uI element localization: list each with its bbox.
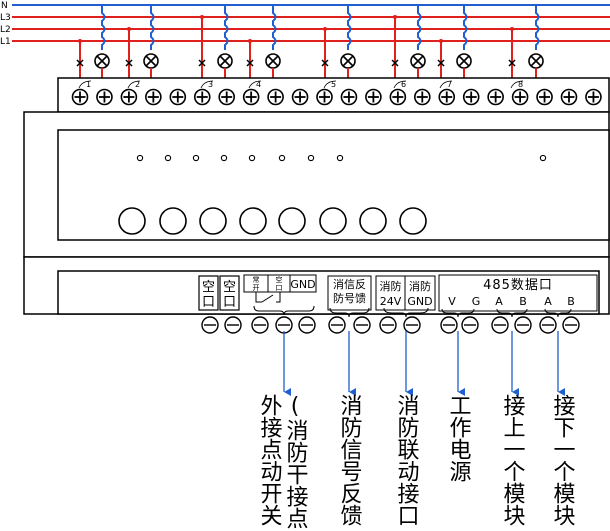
manual-button: [239, 207, 267, 235]
status-led: [539, 154, 547, 162]
top-terminal: [96, 88, 113, 106]
block-485-v: V: [448, 295, 456, 308]
channel-number: 3: [208, 80, 213, 89]
top-terminal: [438, 88, 456, 106]
top-terminal: [242, 88, 260, 106]
block-spare-2-top: 空: [223, 280, 236, 295]
bottom-terminal-row: [201, 316, 580, 334]
bottom-terminal: [275, 316, 293, 334]
block-contact-a2: 开: [253, 284, 260, 292]
bottom-terminal: [353, 316, 371, 334]
top-terminal: [560, 88, 578, 106]
top-terminal: [536, 88, 553, 106]
top-terminal: [193, 88, 211, 106]
top-terminal: [291, 88, 309, 106]
block-24v-row2: 24V: [380, 295, 402, 308]
manual-button: [319, 207, 347, 235]
block-feedback-row2: 防号馈: [333, 291, 366, 305]
bottom-terminal: [328, 316, 346, 334]
manual-button: [399, 207, 427, 235]
status-led: [307, 154, 315, 162]
bus-label-n: N: [1, 1, 8, 11]
top-terminal: [267, 88, 284, 106]
bottom-terminal: [514, 316, 532, 334]
bus-label-l2: L2: [0, 25, 11, 35]
block-contact-a1: 常: [253, 275, 260, 284]
bottom-terminal: [539, 316, 557, 334]
bottom-terminal: [201, 316, 219, 334]
bottom-terminal: [379, 316, 397, 334]
manual-button: [199, 207, 227, 235]
caption-fire-dry-contact: (消防干接点): [283, 394, 309, 531]
status-led: [164, 154, 172, 162]
bottom-terminal: [224, 316, 242, 334]
block-485-b1: B: [519, 295, 527, 308]
channel-number: 6: [401, 80, 406, 89]
top-terminal: [145, 88, 162, 106]
block-feedback-row1: 消信反: [333, 277, 366, 291]
caption-prev-module: 接上一个模块: [500, 394, 526, 526]
bottom-terminal: [251, 316, 269, 334]
top-terminal: [413, 88, 431, 106]
channel-number: 2: [135, 80, 140, 89]
top-terminal: [585, 88, 602, 106]
status-led: [336, 154, 344, 162]
block-485-b2: B: [567, 295, 575, 308]
manual-button: [278, 207, 306, 235]
bus-label-l3: L3: [0, 13, 11, 23]
caption-fire-feedback: 消防信号反馈: [337, 394, 363, 526]
bottom-terminal: [461, 316, 479, 334]
block-485-a1: A: [495, 295, 503, 308]
block-spare-2-bottom: 口: [223, 295, 236, 310]
bottom-terminal: [491, 316, 509, 334]
top-terminal: [120, 88, 138, 106]
channel-number: 1: [86, 80, 91, 89]
channel-number: 8: [518, 80, 523, 89]
manual-button: [118, 207, 146, 235]
caption-work-power: 工作电源: [446, 394, 472, 482]
status-led: [192, 154, 200, 162]
block-contact-b1: 空: [276, 275, 283, 284]
top-terminal: [71, 88, 89, 106]
caption-external-switch: 外接点动开关: [257, 394, 283, 526]
status-led: [136, 154, 144, 162]
top-terminal: [169, 88, 187, 106]
bottom-terminal: [403, 316, 421, 334]
bottom-terminal: [562, 316, 580, 334]
bus-label-l1: L1: [0, 37, 11, 47]
block-24v-row1: 消防: [380, 279, 402, 293]
manual-button: [359, 207, 387, 235]
block-485-title: 485数据口: [483, 278, 553, 293]
channel-number: 5: [331, 80, 336, 89]
block-485-g: G: [472, 295, 481, 308]
wiring-diagram: N L3 L2 L1 12345678 空 口 空 口 常 开 空 口 GND …: [0, 1, 610, 531]
top-terminal: [462, 88, 480, 106]
manual-button: [159, 207, 187, 235]
status-led: [220, 154, 228, 162]
top-terminal: [340, 88, 358, 106]
block-485-a2: A: [544, 295, 552, 308]
top-terminal: [389, 88, 407, 106]
block-spare-1-bottom: 口: [202, 295, 215, 310]
status-led: [278, 154, 286, 162]
bottom-terminal: [440, 316, 458, 334]
block-contact-gnd: GND: [290, 278, 315, 291]
top-terminal: [511, 88, 529, 106]
status-led: [248, 154, 256, 162]
block-spare-1-top: 空: [202, 280, 215, 295]
block-gnd-row1: 消防: [409, 279, 431, 293]
top-terminal: [218, 88, 235, 106]
top-terminal: [487, 88, 504, 106]
caption-next-module: 接下一个模块: [550, 394, 576, 526]
caption-fire-linkage: 消防联动接口: [394, 394, 420, 526]
caption-arrows: [283, 331, 565, 396]
block-contact-b2: 口: [276, 284, 283, 292]
channel-number: 4: [256, 80, 261, 89]
channel-number: 7: [447, 80, 452, 89]
block-gnd-row2: GND: [407, 295, 432, 308]
top-terminal: [365, 88, 382, 106]
top-terminal: [316, 88, 333, 106]
bottom-terminal: [298, 316, 316, 334]
